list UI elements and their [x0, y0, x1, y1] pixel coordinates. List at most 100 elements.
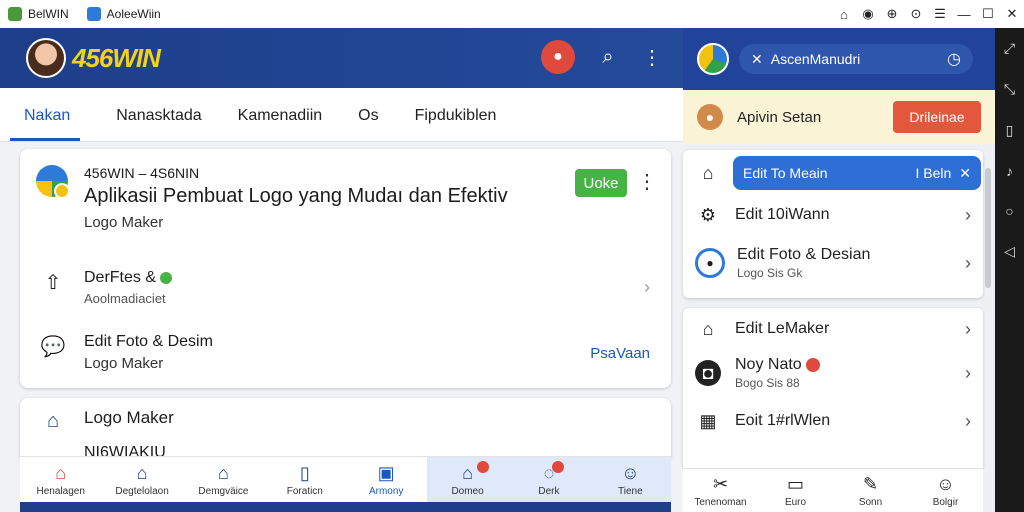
nav-item-tenenoman[interactable]: ✂ Tenenoman: [683, 469, 758, 512]
phone-icon: ▯: [299, 462, 310, 483]
house-icon: ⌂: [702, 162, 714, 183]
nav-label: Euro: [784, 496, 807, 508]
tab-os[interactable]: Os: [358, 107, 378, 141]
nav-item-foraticn[interactable]: ▯ Foraticn: [264, 457, 345, 502]
chevron-right-icon: ›: [965, 362, 971, 383]
app-tab-1[interactable]: BelWIN: [8, 7, 69, 21]
person-icon: ☺: [621, 462, 640, 483]
nav-item-sonn[interactable]: ✎ Sonn: [833, 469, 908, 512]
row-title: Logo Maker: [84, 408, 174, 427]
chat-icon: 💬: [40, 335, 66, 358]
nav-label: Sonn: [858, 496, 883, 508]
tab-nanasktada[interactable]: Nanasktada: [116, 107, 201, 141]
chevron-right-icon: ›: [965, 410, 971, 431]
shrink-icon[interactable]: ⤡: [1004, 81, 1015, 98]
nav-item-bolgir[interactable]: ☺ Bolgir: [908, 469, 983, 512]
tab-kamenadiin[interactable]: Kamenadiin: [238, 107, 323, 141]
more-vertical-icon[interactable]: ⋮: [637, 169, 657, 194]
maximize-button[interactable]: ☐: [976, 2, 1000, 26]
split-icon[interactable]: ▯: [1006, 122, 1014, 139]
item-title: Edit 10iWann: [735, 206, 830, 223]
app-icon: [8, 7, 22, 21]
house-icon: ⌂: [218, 462, 229, 483]
promo-banner: ● Apivin Setan Drileinae: [683, 90, 995, 144]
more-vertical-icon[interactable]: ⋮: [641, 45, 663, 70]
status-dot-icon: [160, 271, 173, 284]
list-item[interactable]: ⇧ DerFtes & Aoolmadiaciet ›: [40, 269, 650, 306]
edit-icon: ✎: [862, 473, 879, 494]
info-icon[interactable]: ⊙: [904, 2, 928, 26]
nav-label: Armony: [368, 485, 404, 497]
power-icon[interactable]: ○: [1005, 203, 1013, 219]
logo-icon: ●: [695, 248, 725, 278]
home-icon[interactable]: ⌂: [832, 2, 856, 26]
scrollbar[interactable]: [985, 168, 991, 288]
avatar[interactable]: [26, 38, 66, 78]
nav-label: Tiene: [617, 485, 643, 497]
close-button[interactable]: ✕: [1000, 2, 1024, 26]
nav-item-euro[interactable]: ▭ Euro: [758, 469, 833, 512]
promo-text: Apivin Setan: [737, 108, 822, 126]
notification-icon[interactable]: ●: [541, 40, 575, 74]
chevron-right-icon: ›: [965, 204, 971, 225]
item-title: Edit Foto & Desian: [737, 246, 871, 263]
nav-item-tiene[interactable]: ☺ Tiene: [589, 457, 671, 502]
promo-button[interactable]: Drileinae: [893, 101, 981, 133]
chevron-right-icon: ›: [644, 277, 650, 297]
search-icon[interactable]: ⌕: [597, 46, 619, 69]
row-title: Edit Foto & Desim: [84, 333, 213, 350]
window-icon: ▣: [377, 462, 395, 483]
nav-item-derk[interactable]: ◌ Derk: [508, 457, 590, 502]
list-item[interactable]: 💬 Edit Foto & Desim Logo Maker PsaVaan: [40, 333, 650, 372]
list-item[interactable]: ⌂ Edit LeMaker ›: [695, 316, 971, 342]
item-title: Eoit 1#rlWlen: [735, 412, 831, 429]
app-subtitle: Logo Maker: [84, 214, 164, 231]
row-title: DerFtes &: [84, 269, 157, 286]
search-input[interactable]: ✕ AscenManudri ◷: [739, 44, 973, 74]
house-icon: ⌂: [55, 462, 67, 483]
target-icon[interactable]: ⊕: [880, 2, 904, 26]
item-title: Edit LeMaker: [735, 320, 830, 337]
record-icon[interactable]: ◉: [856, 2, 880, 26]
nav-item-degtelolaon[interactable]: ⌂ Degtelolaon: [101, 457, 182, 502]
app-header: ✕ AscenManudri ◷: [683, 28, 995, 90]
person-icon: ☺: [936, 473, 955, 494]
left-app-panel: 456WIN ● ⌕ ⋮ Nakan Nanasktada Kamenadiin…: [0, 28, 683, 512]
nav-item-henalagen[interactable]: ⌂ Henalagen: [20, 457, 101, 502]
app-logo-icon[interactable]: [697, 43, 729, 75]
nav-label: Bolgir: [932, 496, 959, 508]
volume-icon[interactable]: ♪: [1006, 163, 1013, 179]
user-icon: ◘: [695, 360, 721, 386]
tab-nakan[interactable]: Nakan: [10, 107, 81, 141]
list-item[interactable]: ● Edit Foto & Desian Logo Sis Gk ›: [695, 246, 971, 280]
expand-icon[interactable]: ⤢: [1004, 40, 1015, 57]
list-item[interactable]: ◘ Noy Nato Bogo Sis 88 ›: [695, 356, 971, 390]
row-subtitle: Aoolmadiaciet: [84, 291, 166, 306]
edit-bar[interactable]: Edit To Meain I Beln ✕: [733, 156, 981, 190]
list-item[interactable]: ▦ Eoit 1#rlWlen ›: [695, 408, 971, 434]
nav-item-demgvaice[interactable]: ⌂ Demgväice: [183, 457, 264, 502]
nav-label: Foraticn: [286, 485, 323, 497]
nav-item-domeo[interactable]: ⌂ Domeo: [426, 457, 509, 502]
item-subtitle: Logo Sis Gk: [737, 266, 803, 280]
emulator-sidebar: ⤢ ⤡ ▯ ♪ ○ ◁: [995, 28, 1024, 512]
back-icon[interactable]: ◁: [1004, 243, 1015, 260]
minimize-button[interactable]: —: [952, 2, 976, 26]
notification-badge: [552, 461, 565, 473]
window-titlebar: BelWIN AoleeWiin ⌂ ◉ ⊕ ⊙ ☰ — ☐ ✕: [0, 0, 1024, 28]
clock-icon[interactable]: ◷: [947, 49, 961, 69]
view-link[interactable]: PsaVaan: [590, 345, 650, 362]
app-tab-2[interactable]: AoleeWiin: [86, 7, 161, 21]
app-logo-icon: [36, 165, 70, 199]
app-icon: [86, 7, 101, 21]
nav-label: Derk: [538, 485, 560, 497]
menu-icon[interactable]: ☰: [928, 2, 952, 26]
bottom-navigation: ⌂ Henalagen ⌂ Degtelolaon ⌂ Demgväice ▯ Fora…: [20, 456, 671, 502]
uoke-button[interactable]: Uoke: [575, 169, 627, 197]
tab-fipdukiblen[interactable]: Fipdukiblen: [415, 107, 497, 141]
close-icon[interactable]: ✕: [959, 165, 971, 182]
list-item[interactable]: ⌂ Logo Maker: [40, 408, 691, 434]
search-text: AscenManudri: [770, 51, 861, 67]
list-item[interactable]: ⚙ Edit 10iWann ›: [695, 202, 971, 228]
nav-item-armony[interactable]: ▣ Armony: [346, 457, 427, 502]
